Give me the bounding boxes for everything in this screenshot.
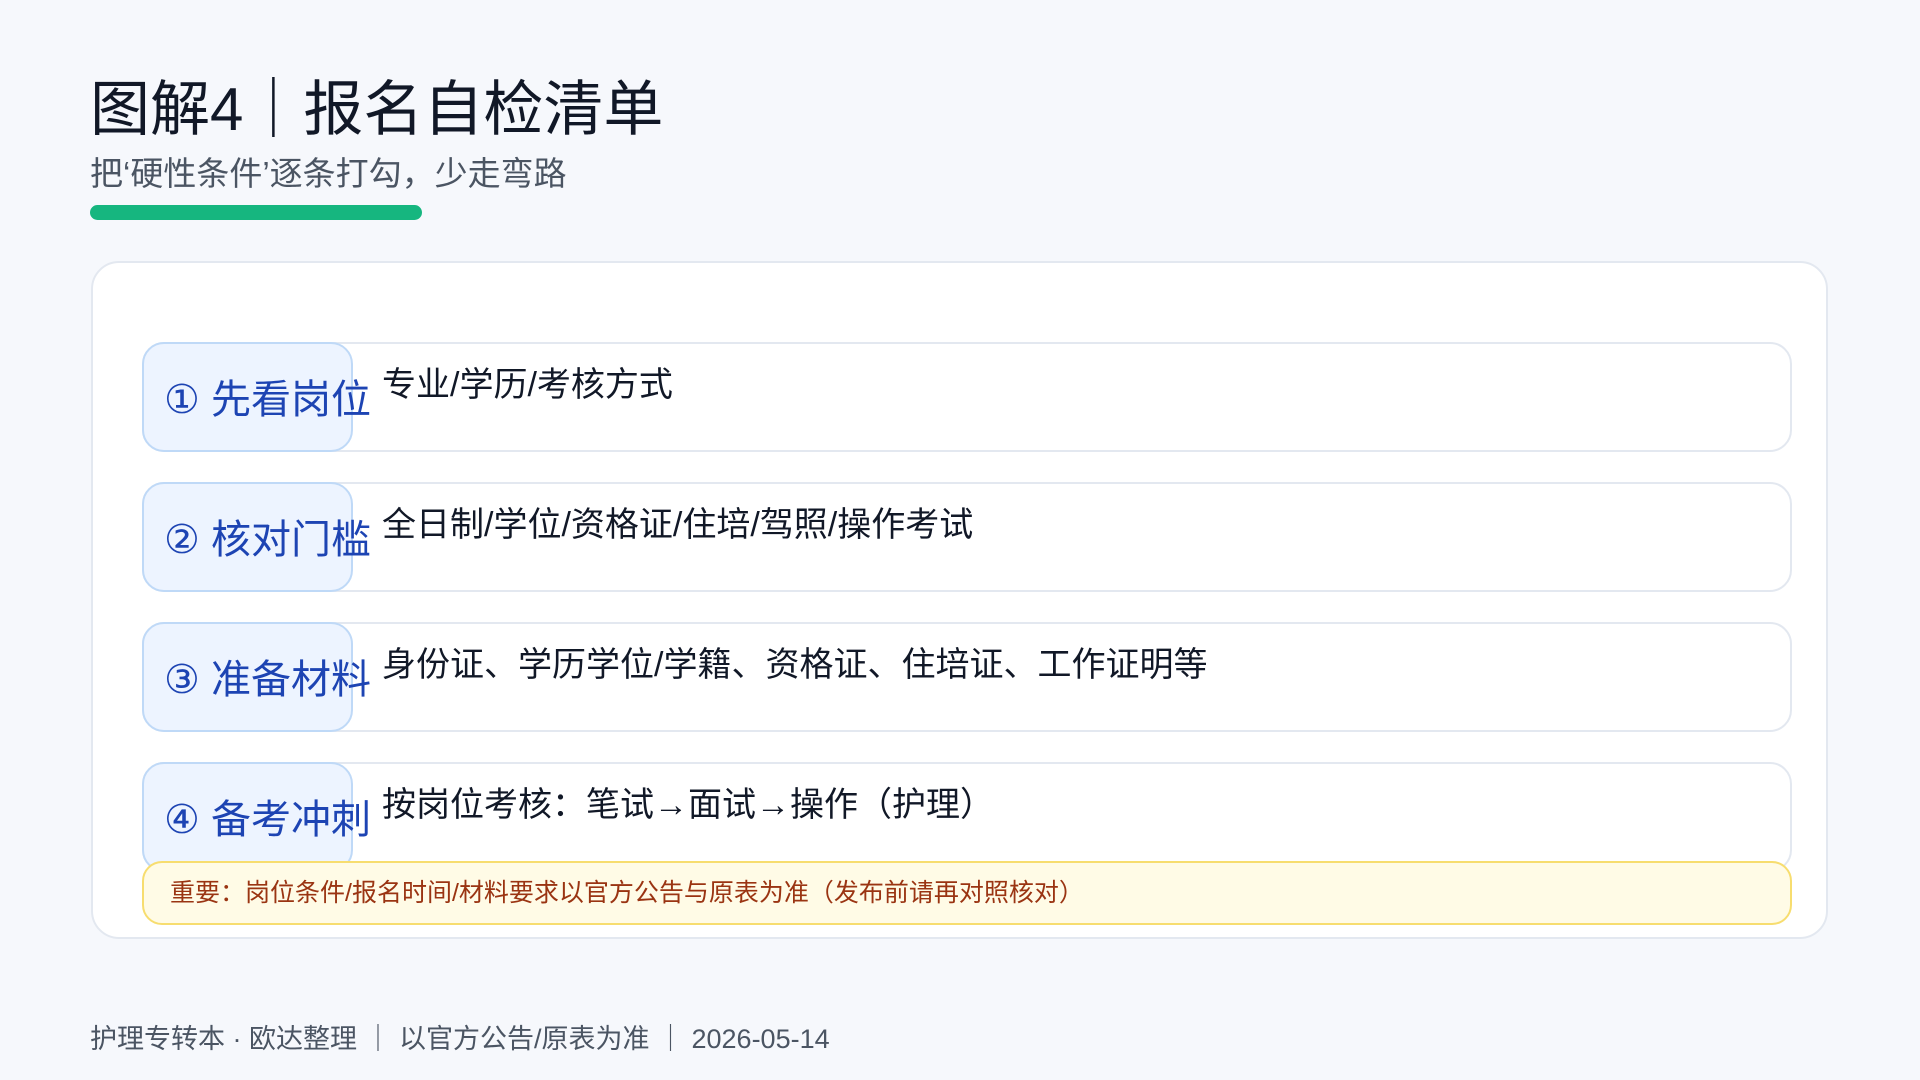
step-label-3: ③ 准备材料: [142, 622, 371, 732]
step-row-2: ② 核对门槛 全日制/学位/资格证/住培/驾照/操作考试: [142, 482, 1792, 592]
page-header: 图解4｜报名自检清单 把‘硬性条件’逐条打勾，少走弯路: [90, 70, 1490, 196]
step-label-1: ① 先看岗位: [142, 342, 371, 452]
page-footer: 护理专转本 · 欧达整理 ｜ 以官方公告/原表为准 ｜ 2026-05-14: [90, 1024, 830, 1054]
checklist-card: ① 先看岗位 专业/学历/考核方式 ② 核对门槛 全日制/学位/资格证/住培/驾…: [91, 261, 1828, 939]
step-desc-4: 按岗位考核：笔试→面试→操作（护理）: [382, 786, 994, 824]
title-accent-bar: [90, 205, 422, 220]
step-label-2: ② 核对门槛: [142, 482, 371, 592]
step-row-4: ④ 备考冲刺 按岗位考核：笔试→面试→操作（护理）: [142, 762, 1792, 872]
step-desc-1: 专业/学历/考核方式: [382, 366, 673, 404]
step-row-3: ③ 准备材料 身份证、学历学位/学籍、资格证、住培证、工作证明等: [142, 622, 1792, 732]
step-row-1: ① 先看岗位 专业/学历/考核方式: [142, 342, 1792, 452]
step-desc-3: 身份证、学历学位/学籍、资格证、住培证、工作证明等: [382, 646, 1208, 684]
step-label-4: ④ 备考冲刺: [142, 762, 371, 872]
page-title: 图解4｜报名自检清单: [90, 76, 664, 143]
page-subtitle: 把‘硬性条件’逐条打勾，少走弯路: [90, 155, 567, 192]
important-notice: 重要：岗位条件/报名时间/材料要求以官方公告与原表为准（发布前请再对照核对）: [142, 861, 1792, 925]
step-desc-2: 全日制/学位/资格证/住培/驾照/操作考试: [382, 506, 974, 544]
